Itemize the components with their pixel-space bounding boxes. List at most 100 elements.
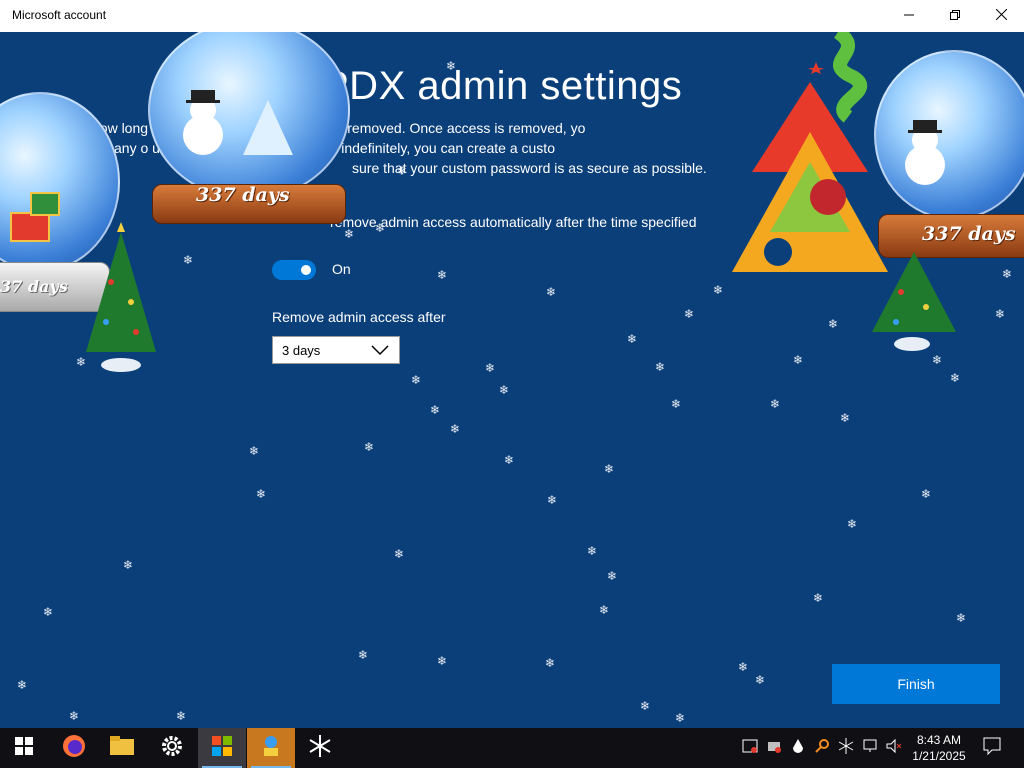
tray-app-5[interactable] [836,728,856,768]
snowflake-icon: ❄ [256,487,267,501]
restore-button[interactable] [932,0,978,32]
taskbar-file-explorer[interactable] [98,728,146,768]
tray-app-2[interactable] [764,728,784,768]
shield-icon [742,738,758,759]
snowflake-icon: ❄ [995,307,1006,321]
snowflake-tray-icon [838,737,854,759]
page-title: PDX admin settings [322,64,683,108]
snow-globe-center: 337 days [148,32,358,230]
clock-date: 1/21/2025 [912,749,966,763]
globe-days-text: 37 days [0,277,68,296]
clock-time: 8:43 AM [916,733,962,747]
auto-remove-label: remove admin access automatically after … [330,214,697,230]
tray-network[interactable] [860,728,880,768]
snowflake-icon: ❄ [437,654,448,668]
snowflake-icon: ❄ [932,353,943,367]
main-content: ❄ ❄ ❄ ❄ ❄ ❄ ❄ ❄ ❄ ❄ ❄ ❄ ❄ ❄ ❄ ❄ ❄ ❄ ❄ ❄ … [0,32,1024,728]
snowflake-icon: ❄ [545,656,556,670]
snowflake-icon: ❄ [675,711,686,725]
minimize-button[interactable] [886,0,932,32]
gear-icon [161,735,183,762]
snowflake-icon: ❄ [770,397,781,411]
christmas-tree-right [866,252,962,352]
auto-remove-toggle[interactable] [272,260,316,280]
taskbar-snowflake-app[interactable] [296,728,344,768]
tray-app-1[interactable] [740,728,760,768]
close-button[interactable] [978,0,1024,32]
snowflake-icon: ❄ [358,648,369,662]
volume-muted-icon [886,738,902,759]
taskbar-microsoft-store[interactable] [198,728,246,768]
snowflake-icon: ❄ [485,361,496,375]
remove-after-value: 3 days [282,342,321,358]
snowflake-icon: ❄ [437,268,448,282]
snowflake-icon: ❄ [17,678,28,692]
folder-icon [110,735,134,761]
snowflake-icon: ❄ [450,422,461,436]
start-button[interactable] [0,728,48,768]
windows-start-icon [15,736,33,760]
tray-volume[interactable] [884,728,904,768]
app-icon [259,734,283,763]
notification-icon [983,737,1001,760]
minimize-icon [904,7,914,25]
snowflake-icon: ❄ [671,397,682,411]
snowflake-icon: ❄ [499,383,510,397]
toggle-state-label: On [332,261,351,277]
network-icon [862,738,878,759]
snowflake-icon: ❄ [828,317,839,331]
tray-app-3[interactable] [788,728,808,768]
pyramid-tree [728,32,898,282]
key-icon [814,738,830,759]
remove-after-dropdown[interactable]: 3 days [272,336,400,364]
globe-days-text: 337 days [196,184,290,206]
snowflake-icon: ❄ [627,332,638,346]
snowflake-icon: ❄ [430,403,441,417]
firefox-icon [62,734,86,763]
snowflake-icon: ❄ [394,547,405,561]
snowflake-icon: ❄ [713,283,724,297]
close-icon [995,7,1007,25]
snowflake-icon: ❄ [587,544,598,558]
snowflake-icon: ❄ [640,699,651,713]
snowflake-icon: ❄ [123,558,134,572]
snowflake-icon: ❄ [249,444,260,458]
tray-app-4[interactable] [812,728,832,768]
snowflake-icon: ❄ [840,411,851,425]
toggle-knob [301,265,311,275]
snowflake-icon: ❄ [176,709,187,723]
store-icon [212,735,232,761]
network-device-icon [766,738,782,759]
taskbar-settings[interactable] [148,728,196,768]
snowflake-icon: ❄ [950,371,961,385]
christmas-tree-left [76,222,166,382]
snowflake-icon [308,734,332,763]
snowflake-icon: ❄ [69,709,80,723]
snowflake-icon: ❄ [546,285,557,299]
taskbar-firefox[interactable] [50,728,98,768]
snowflake-icon: ❄ [547,493,558,507]
window-title: Microsoft account [12,8,107,22]
snowflake-icon: ❄ [738,660,749,674]
snowflake-icon: ❄ [599,603,610,617]
snowflake-icon: ❄ [655,360,666,374]
finish-button[interactable]: Finish [832,664,1000,704]
snowflake-icon: ❄ [755,673,766,687]
snowflake-icon: ❄ [504,453,515,467]
taskbar-clock[interactable]: 8:43 AM 1/21/2025 [906,732,972,764]
drop-icon [792,738,804,759]
title-bar: Microsoft account [0,0,1024,32]
snowflake-icon: ❄ [921,487,932,501]
action-center-button[interactable] [980,728,1004,768]
snowflake-icon: ❄ [956,611,967,625]
snowflake-icon: ❄ [607,569,618,583]
snowflake-icon: ❄ [411,373,422,387]
taskbar-app[interactable] [247,728,295,768]
snowflake-icon: ❄ [43,605,54,619]
snowflake-icon: ❄ [604,462,615,476]
snowflake-icon: ❄ [813,591,824,605]
snowflake-icon: ❄ [364,440,375,454]
chevron-down-icon [371,342,389,361]
globe-days-text: 337 days [922,223,1016,245]
taskbar: 8:43 AM 1/21/2025 [0,728,1024,768]
